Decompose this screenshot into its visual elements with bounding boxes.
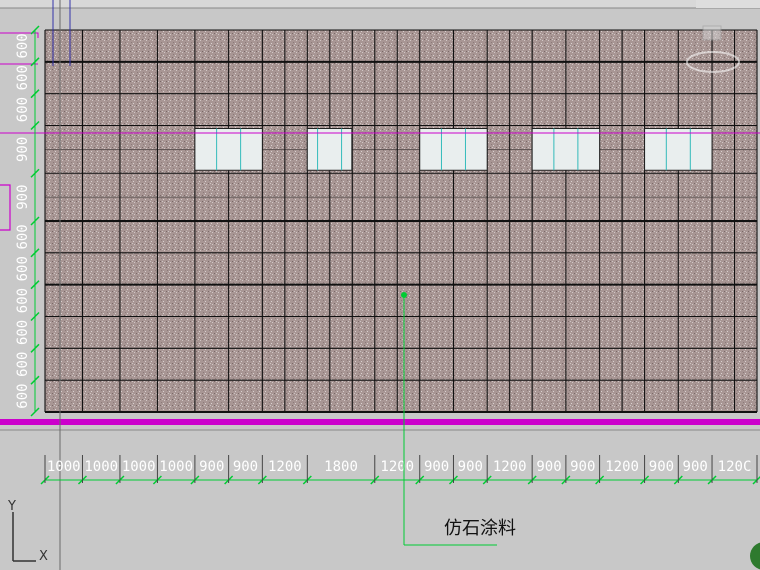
window-opening (306, 128, 353, 171)
vertical-dimension-label: 600 (15, 352, 31, 377)
horizontal-dimension-label: 900 (458, 459, 483, 475)
ucs-icon: Y X (7, 499, 48, 564)
navigation-wheel-icon[interactable] (750, 542, 760, 570)
left-magenta-bracket (0, 184, 11, 231)
horizontal-dimension-label: 1200 (605, 459, 639, 475)
ucs-x-label: X (39, 549, 48, 564)
ucs-y-label: Y (7, 499, 16, 514)
viewport-control[interactable] (696, 0, 760, 8)
horizontal-dimension-chain: 1000 1000 1000 1000 900 900 1200 1800 1200 900 900… (40, 455, 760, 485)
vertical-dimension-label: 900 (15, 137, 31, 162)
horizontal-dimension-label: 1200 (268, 459, 302, 475)
horizontal-dimension-label: 1200 (493, 459, 527, 475)
vertical-dimension-label: 600 (15, 97, 31, 122)
vertical-dimension-label: 600 (15, 224, 31, 249)
horizontal-dimension-label: 900 (649, 459, 674, 475)
cad-drawing-canvas[interactable]: 600600600900900600600600600600600 1000 10… (0, 0, 760, 570)
horizontal-dimension-label: 120C (718, 459, 752, 475)
vertical-dimension-label: 600 (15, 288, 31, 313)
material-label: 仿石涂料 (444, 518, 516, 539)
horizontal-dimension-label: 1000 (122, 459, 156, 475)
window-opening (194, 128, 263, 171)
horizontal-dimension-label: 1200 (380, 459, 414, 475)
top-ruler (0, 0, 760, 8)
vertical-dimension-chain: 600 600 600 900 900 600 600 600 600 600 600 (15, 25, 40, 417)
horizontal-dimension-label: 900 (683, 459, 708, 475)
vertical-dimension-label: 600 (15, 33, 31, 58)
horizontal-dimension-label: 900 (570, 459, 595, 475)
horizontal-dimension-label: 900 (199, 459, 224, 475)
vertical-dimension-label: 600 (15, 383, 31, 408)
window-opening (531, 128, 601, 171)
horizontal-dimension-label: 1000 (84, 459, 118, 475)
vertical-dimension-label: 600 (15, 320, 31, 345)
horizontal-dimension-label: 900 (233, 459, 258, 475)
leader-dot (401, 292, 407, 298)
horizontal-dimension-label: 900 (424, 459, 449, 475)
window-opening (644, 128, 713, 171)
vertical-dimension-label: 900 (15, 184, 31, 209)
vertical-dimension-label: 600 (15, 256, 31, 281)
window-opening (419, 128, 488, 171)
horizontal-dimension-label: 1800 (324, 459, 358, 475)
horizontal-dimension-label: 1000 (159, 459, 193, 475)
horizontal-dimension-label: 900 (536, 459, 561, 475)
vertical-dimension-label: 600 (15, 65, 31, 90)
horizontal-dimension-label: 1000 (47, 459, 81, 475)
